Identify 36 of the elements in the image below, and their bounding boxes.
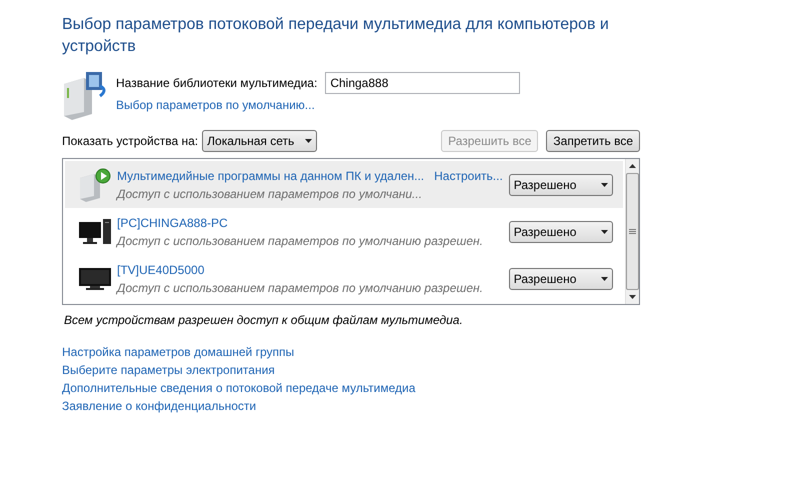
device-row[interactable]: Мультимедийные программы на данном ПК и удален... Настроить... Доступ с использованием параметров по умолчани... Разрешено (65, 161, 623, 208)
grip-icon (628, 229, 636, 234)
settings-link[interactable]: Выберите параметры электропитания (62, 361, 275, 379)
media-server-icon (62, 70, 108, 120)
settings-link[interactable]: Настройка параметров домашней группы (62, 343, 294, 361)
device-name[interactable]: Мультимедийные программы на данном ПК и удален... (117, 166, 424, 184)
device-description: Доступ с использованием параметров по умолчанию разрешен. (117, 280, 484, 296)
scroll-up-icon[interactable] (628, 164, 636, 168)
settings-link[interactable]: Дополнительные сведения о потоковой передаче мультимедиа (62, 379, 416, 397)
scroll-thumb[interactable] (626, 173, 639, 290)
dropdown-arrow-icon (305, 139, 312, 143)
page-title: Выбор параметров потоковой передачи мультимедиа для компьютеров и устройств (62, 15, 610, 57)
dropdown-arrow-icon (600, 276, 608, 280)
dropdown-arrow-icon (600, 182, 608, 186)
dropdown-arrow-icon (600, 230, 608, 234)
customize-link[interactable]: Настроить... (434, 166, 503, 184)
settings-link[interactable]: Заявление о конфиденциальности (62, 397, 256, 415)
device-name[interactable]: [TV]UE40D5000 (117, 260, 204, 278)
access-dropdown[interactable]: Разрешено (508, 174, 613, 196)
library-name-label: Название библиотеки мультимедиа: (116, 75, 318, 92)
access-dropdown[interactable]: Разрешено (508, 220, 613, 242)
show-devices-label: Показать устройства на: (62, 133, 198, 150)
tv-icon (78, 266, 112, 292)
media-server-icon (78, 168, 112, 202)
scroll-down-icon[interactable] (628, 295, 636, 299)
defaults-link[interactable]: Выбор параметров по умолчанию... (116, 96, 520, 114)
access-dropdown[interactable]: Разрешено (508, 268, 613, 290)
computer-icon (78, 218, 112, 246)
status-text: Всем устройствам разрешен доступ к общим файлам мультимедиа. (64, 312, 464, 329)
device-description: Доступ с использованием параметров по умолчанию разрешен. (117, 232, 484, 250)
scrollbar[interactable] (624, 159, 639, 304)
network-dropdown[interactable]: Локальная сеть (202, 130, 318, 152)
block-all-button[interactable]: Запретить все (546, 130, 640, 152)
device-name[interactable]: [PC]CHINGA888-PC (117, 214, 228, 232)
device-description: Доступ с использованием параметров по умолчани... (117, 186, 424, 202)
library-name-field[interactable]: Chinga888 (325, 72, 520, 94)
